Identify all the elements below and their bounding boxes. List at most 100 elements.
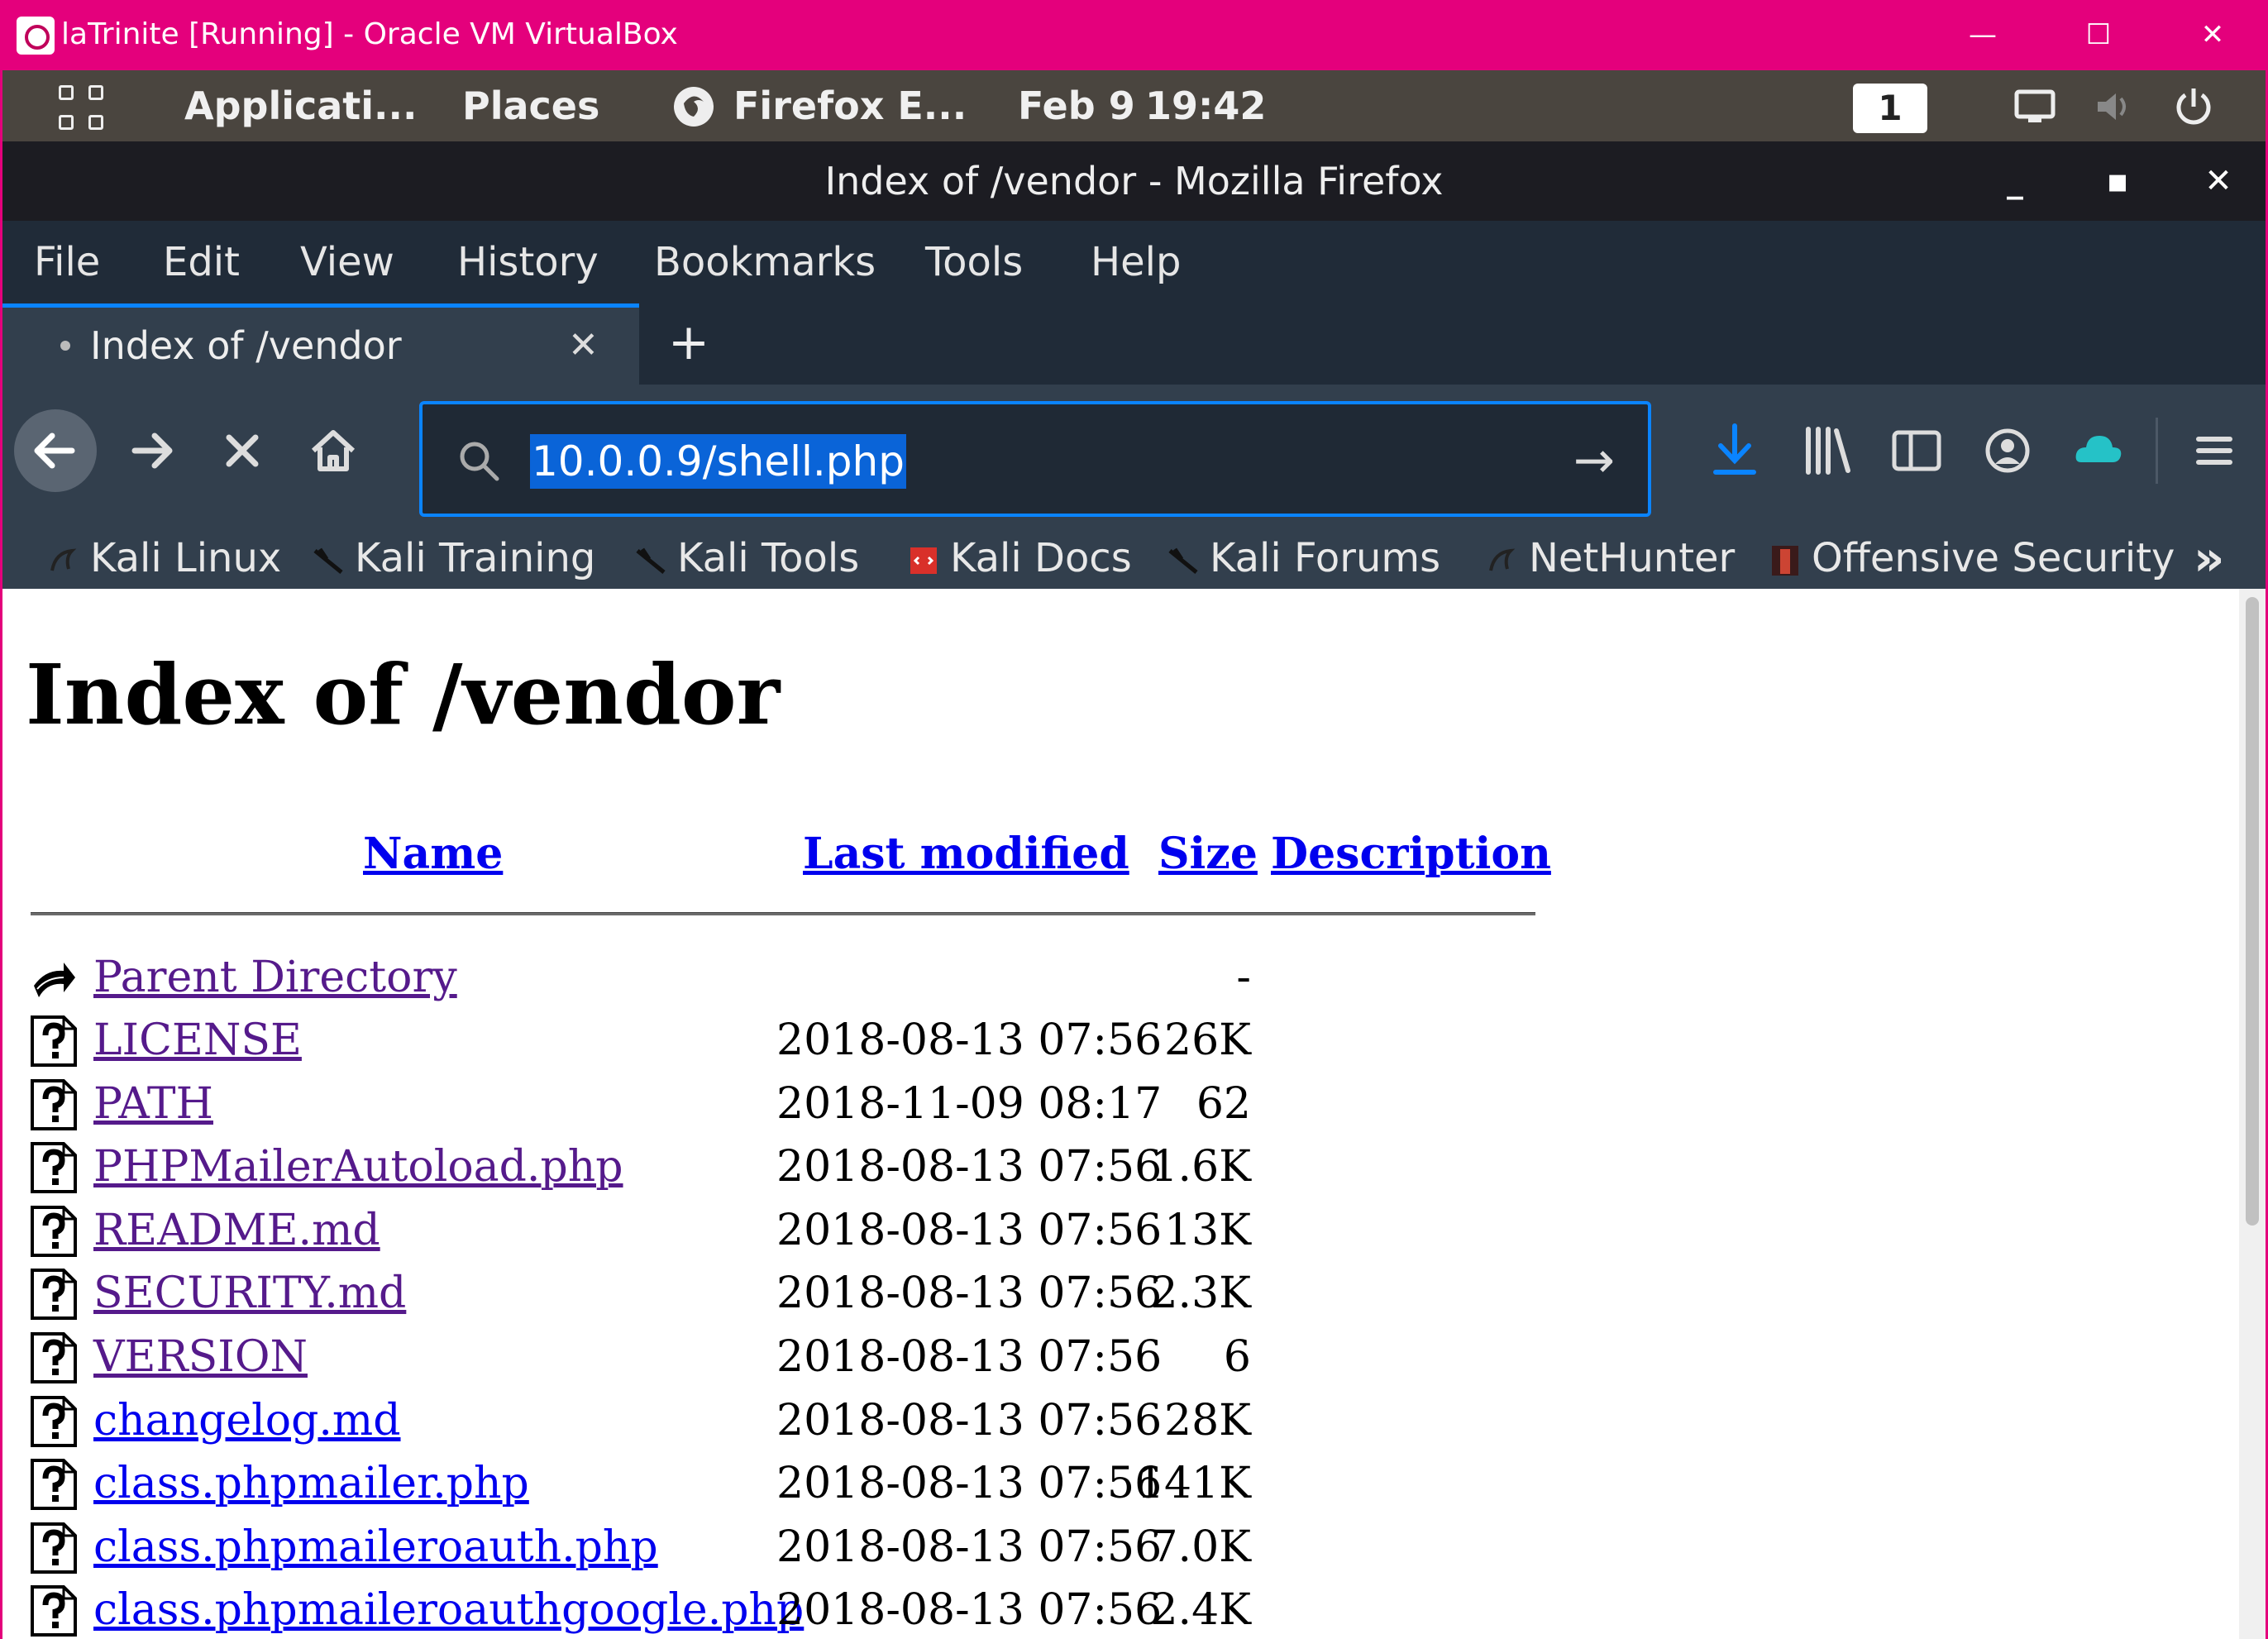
file-size: 141K	[1136, 1459, 1251, 1508]
file-size: 28K	[1163, 1396, 1251, 1445]
power-icon[interactable]	[2170, 84, 2217, 130]
places-menu[interactable]: Places	[462, 70, 599, 141]
file-link[interactable]: LICENSE	[93, 1011, 302, 1070]
workspace-indicator[interactable]: 1	[1853, 84, 1927, 133]
firefox-minimize-button[interactable]: _	[1990, 156, 2040, 206]
kali-docs-icon	[910, 547, 937, 574]
menu-tools[interactable]: Tools	[925, 221, 1023, 303]
file-row: class.phpmaileroauth.php 2018-08-13 07:56…	[27, 1517, 1598, 1580]
applications-menu[interactable]: Applicati...	[184, 70, 417, 141]
menu-edit[interactable]: Edit	[163, 221, 240, 303]
file-last-modified: 2018-08-13 07:56	[776, 1206, 1163, 1255]
scrollbar-thumb[interactable]	[2246, 597, 2259, 1226]
file-row: SECURITY.md 2018-08-13 07:56 2.3K	[27, 1264, 1598, 1326]
menu-file[interactable]: File	[34, 221, 100, 303]
file-row: PATH 2018-11-09 08:17 62	[27, 1074, 1598, 1137]
file-link[interactable]: SECURITY.md	[93, 1264, 406, 1323]
file-row: class.phpmailer.php 2018-08-13 07:56 141K	[27, 1454, 1598, 1517]
hamburger-menu-icon[interactable]	[2185, 418, 2243, 484]
vbox-close-button[interactable]: ✕	[2180, 12, 2246, 58]
kali-dragon-icon	[1489, 548, 1516, 571]
bookmark-label: Kali Forums	[1210, 535, 1441, 581]
bookmark-label: NetHunter	[1529, 535, 1736, 581]
column-header-description[interactable]: Description	[1271, 833, 1551, 876]
firefox-close-button[interactable]: ✕	[2194, 156, 2243, 206]
new-tab-button[interactable]: +	[656, 303, 722, 385]
file-last-modified: 2018-08-13 07:56	[776, 1585, 1163, 1635]
column-header-last-modified[interactable]: Last modified	[803, 833, 1129, 876]
file-size: 7.0K	[1150, 1522, 1251, 1572]
volume-muted-icon[interactable]	[2091, 84, 2137, 130]
file-link[interactable]: PATH	[93, 1074, 213, 1134]
vbox-window-title: laTrinite [Running] - Oracle VM VirtualB…	[61, 17, 678, 51]
bookmark-label: Offensive Security	[1812, 535, 2175, 581]
library-icon[interactable]	[1798, 418, 1856, 484]
home-button[interactable]	[292, 409, 375, 492]
page-content: Index of /vendor Name Last modified Size…	[2, 589, 2266, 1639]
file-size: 26K	[1163, 1015, 1251, 1065]
firefox-title-bar: Index of /vendor - Mozilla Firefox _ ▪ ✕	[2, 141, 2266, 221]
file-last-modified: 2018-08-13 07:56	[776, 1142, 1163, 1192]
sidebar-icon[interactable]	[1888, 418, 1946, 484]
tab-title: Index of /vendor	[90, 323, 402, 368]
file-link[interactable]: class.phpmaileroauth.php	[93, 1517, 658, 1577]
menu-help[interactable]: Help	[1091, 221, 1181, 303]
unknown-file-icon	[31, 1585, 77, 1637]
stop-button[interactable]	[201, 409, 284, 492]
vbox-maximize-button[interactable]: ☐	[2065, 12, 2132, 58]
kali-dragon-icon	[50, 548, 77, 571]
clock-date[interactable]: Feb 9	[1018, 70, 1135, 141]
file-size: 6	[1223, 1332, 1251, 1382]
kali-dragon-icon	[1168, 547, 1198, 574]
file-row: changelog.md 2018-08-13 07:56 28K	[27, 1391, 1598, 1454]
url-input[interactable]: 10.0.0.9/shell.php	[530, 434, 906, 489]
column-header-name[interactable]: Name	[363, 833, 503, 876]
file-link[interactable]: changelog.md	[93, 1391, 401, 1450]
vbox-title-bar: laTrinite [Running] - Oracle VM VirtualB…	[0, 0, 2268, 70]
bookmark-label: Kali Tools	[677, 535, 860, 581]
gnome-top-panel: Applicati... Places Firefox E... Feb 9 1…	[2, 70, 2266, 141]
kali-dragon-icon	[313, 547, 343, 574]
file-last-modified: 2018-08-13 07:56	[776, 1332, 1163, 1382]
back-button[interactable]	[14, 409, 97, 492]
tab-index-of-vendor[interactable]: Index of /vendor ✕	[2, 303, 639, 385]
app-grid-icon[interactable]	[59, 85, 108, 135]
cloud-icon[interactable]	[2070, 418, 2127, 484]
column-header-size[interactable]: Size	[1158, 833, 1258, 876]
tab-strip: Index of /vendor ✕ +	[2, 303, 2266, 385]
unknown-file-icon	[31, 1015, 77, 1067]
file-link[interactable]: README.md	[93, 1201, 380, 1260]
menu-bar: File Edit View History Bookmarks Tools H…	[2, 221, 2266, 303]
menu-view[interactable]: View	[300, 221, 394, 303]
clock-time[interactable]: 19:42	[1145, 70, 1266, 141]
file-link[interactable]: class.phpmailer.php	[93, 1454, 529, 1513]
go-arrow-icon[interactable]: →	[1573, 429, 1615, 492]
vertical-scrollbar[interactable]	[2239, 589, 2266, 1639]
virtualbox-icon	[17, 17, 55, 55]
url-bar[interactable]: 10.0.0.9/shell.php →	[419, 401, 1651, 517]
unknown-file-icon	[31, 1206, 77, 1257]
menu-history[interactable]: History	[457, 221, 599, 303]
forward-button[interactable]	[110, 409, 193, 492]
file-link[interactable]: VERSION	[93, 1327, 308, 1387]
display-icon[interactable]	[2012, 84, 2058, 130]
download-icon[interactable]	[1706, 418, 1764, 484]
account-icon[interactable]	[1979, 418, 2036, 484]
bookmark-label: Kali Training	[355, 535, 596, 581]
parent-directory-link[interactable]: Parent Directory	[93, 948, 457, 1007]
file-link[interactable]: PHPMailerAutoload.php	[93, 1137, 623, 1197]
tab-close-icon[interactable]: ✕	[568, 308, 599, 384]
home-icon	[311, 430, 356, 471]
tab-loading-indicator	[60, 341, 70, 351]
file-size: 62	[1196, 1079, 1251, 1129]
file-link[interactable]: class.phpmaileroauthgoogle.php	[93, 1580, 804, 1639]
file-row: class.phpmaileroauthgoogle.php 2018-08-13…	[27, 1580, 1598, 1639]
firefox-maximize-button[interactable]: ▪	[2093, 156, 2142, 206]
vbox-minimize-button[interactable]: —	[1950, 12, 2016, 58]
header-divider	[31, 912, 1535, 915]
firefox-icon	[674, 87, 714, 127]
parent-directory-row: Parent Directory -	[27, 948, 1598, 1011]
firefox-taskbar-item[interactable]: Firefox E...	[733, 70, 967, 141]
close-icon	[226, 434, 259, 467]
menu-bookmarks[interactable]: Bookmarks	[654, 221, 876, 303]
